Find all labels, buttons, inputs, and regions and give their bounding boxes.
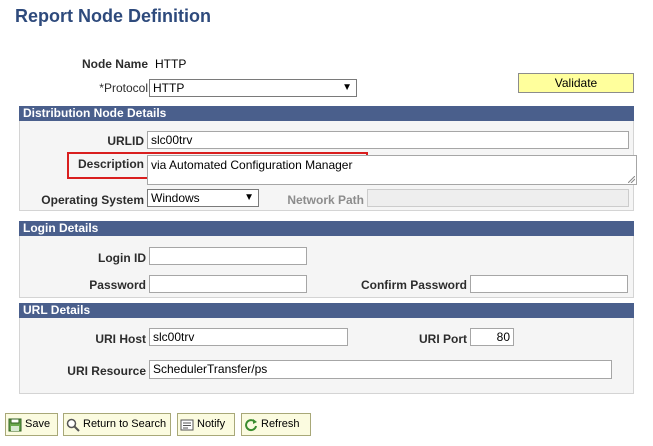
password-label: Password (89, 278, 146, 292)
notify-button-label: Notify (197, 418, 226, 430)
urlid-input[interactable]: slc00trv (147, 131, 629, 149)
node-name-label: Node Name (81, 57, 148, 71)
description-label: Description (77, 157, 144, 171)
dropdown-arrow-icon: ▼ (342, 82, 352, 93)
confirm-password-label: Confirm Password (360, 278, 467, 292)
return-to-search-button[interactable]: Return to Search (63, 413, 171, 436)
uri-resource-label: URI Resource (67, 364, 146, 378)
resize-grip-icon[interactable] (628, 176, 635, 183)
login-id-input[interactable] (149, 247, 307, 265)
password-input[interactable] (149, 275, 307, 293)
notify-icon (180, 419, 194, 430)
confirm-password-input[interactable] (470, 275, 628, 293)
description-textarea[interactable]: via Automated Configuration Manager (147, 155, 637, 185)
uri-host-input[interactable]: slc00trv (149, 328, 348, 346)
protocol-select[interactable]: HTTP ▼ (149, 79, 357, 97)
distribution-section-header: Distribution Node Details (19, 106, 634, 121)
refresh-button-label: Refresh (261, 418, 300, 430)
operating-system-label: Operating System (41, 193, 144, 207)
operating-system-select[interactable]: Windows ▼ (147, 189, 259, 207)
uri-port-label: URI Port (419, 332, 467, 346)
login-section-header: Login Details (19, 221, 634, 236)
node-name-value: HTTP (155, 57, 187, 71)
description-text: via Automated Configuration Manager (151, 158, 353, 172)
refresh-button[interactable]: Refresh (241, 413, 311, 436)
uri-port-input[interactable]: 80 (470, 328, 514, 346)
save-icon (8, 418, 22, 431)
network-path-input (367, 189, 629, 207)
save-button-label: Save (25, 418, 51, 430)
search-icon (66, 418, 80, 432)
protocol-label: *Protocol (99, 81, 148, 95)
operating-system-value: Windows (151, 191, 200, 205)
return-to-search-label: Return to Search (83, 418, 167, 430)
page-title: Report Node Definition (15, 6, 211, 26)
login-id-label: Login ID (98, 251, 146, 265)
validate-button[interactable]: Validate (518, 73, 634, 93)
urlid-label: URLID (107, 134, 144, 148)
uri-host-label: URI Host (95, 332, 146, 346)
notify-button[interactable]: Notify (177, 413, 235, 436)
network-path-label: Network Path (287, 193, 364, 207)
protocol-select-value: HTTP (153, 81, 185, 95)
uri-resource-input[interactable]: SchedulerTransfer/ps (149, 360, 612, 379)
url-section-header: URL Details (19, 303, 634, 318)
refresh-icon (245, 418, 257, 431)
save-button[interactable]: Save (5, 413, 58, 436)
dropdown-arrow-icon: ▼ (244, 192, 254, 203)
